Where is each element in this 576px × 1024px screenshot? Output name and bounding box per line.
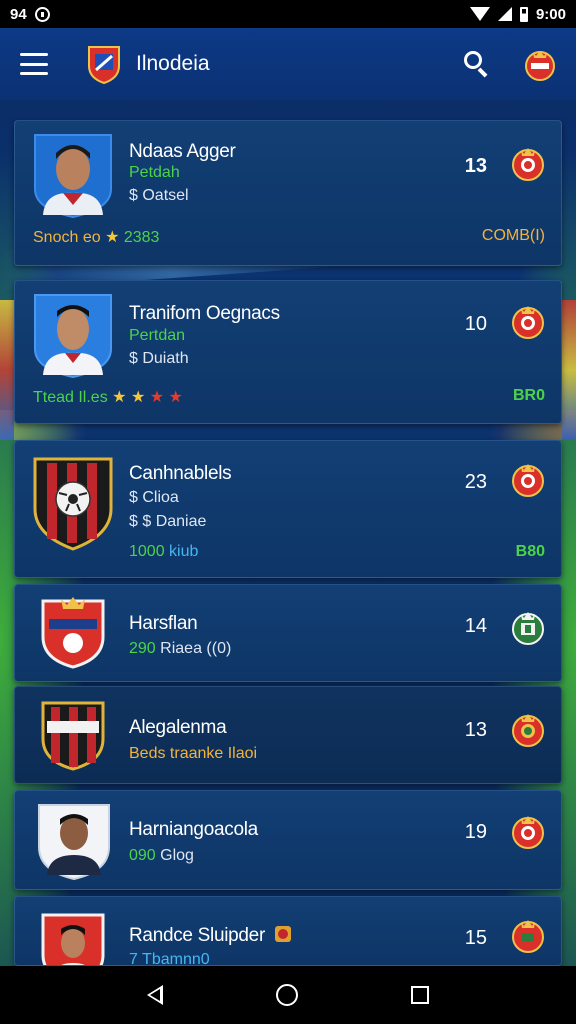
- status-notification-text: 94: [10, 5, 27, 23]
- club-badge-icon[interactable]: [524, 46, 556, 82]
- list-item[interactable]: Canhnablels $ Clioa $ $ Daniae 1000 kiub…: [14, 440, 562, 578]
- star-icon: ★: [149, 389, 165, 406]
- home-icon[interactable]: [275, 984, 298, 1006]
- back-icon[interactable]: [146, 985, 163, 1005]
- club-crest-icon: [274, 926, 291, 942]
- item-number: 15: [464, 927, 487, 949]
- item-subtitle: 7 Tbamnn0: [129, 951, 210, 966]
- item-rating: 2383: [123, 229, 160, 246]
- item-value: $ Duiath: [129, 350, 189, 367]
- item-status: COMB(I): [481, 227, 545, 244]
- club-crest-icon: [33, 457, 113, 551]
- background-flag-left: [0, 300, 14, 440]
- item-status: B80: [515, 543, 545, 560]
- list-item[interactable]: Harniangoacola 090 Glog 19: [14, 790, 562, 890]
- item-number: 23: [464, 471, 487, 493]
- item-meta: 090 Glog: [129, 847, 194, 865]
- list-item[interactable]: Harsflan 290 Riaea ((0) 14: [14, 584, 562, 682]
- item-value: $ Oatsel: [129, 187, 189, 204]
- status-left: 94: [10, 6, 50, 23]
- club-crest-icon: [512, 306, 544, 339]
- item-number: 19: [464, 821, 487, 843]
- club-crest-icon: [512, 920, 544, 953]
- item-title: Canhnablels: [129, 463, 232, 484]
- status-time: 9:00: [535, 5, 566, 23]
- system-nav-bar: [0, 966, 576, 1024]
- signal-icon: [497, 7, 512, 21]
- item-number: 13: [464, 155, 487, 177]
- item-count: 290: [129, 640, 156, 657]
- club-crest-icon: [512, 148, 544, 181]
- club-crest-icon: [512, 612, 544, 645]
- item-subtitle: Glog: [160, 847, 194, 864]
- club-crest-icon: [41, 597, 105, 669]
- item-footer-label: Snoch eo: [33, 229, 101, 246]
- club-crest-icon: [41, 701, 105, 771]
- item-title-text: Randce Sluipder: [129, 925, 265, 946]
- item-position: Petdah: [129, 164, 180, 181]
- item-footer: Snoch eo ★ 2383: [33, 227, 159, 247]
- item-meta: 290 Riaea ((0): [129, 640, 231, 658]
- star-icon: ★: [112, 389, 127, 406]
- item-title: Harsflan: [129, 613, 198, 634]
- star-icon: ★: [105, 229, 120, 246]
- app-bar: Ilnodeia: [0, 28, 576, 100]
- list-item[interactable]: Randce Sluipder 7 Tbamnn0 15: [14, 896, 562, 966]
- item-number: 14: [464, 615, 487, 637]
- star-icon: ★: [130, 389, 146, 406]
- item-title: Alegalenma: [129, 717, 227, 738]
- item-title: Tranifom Oegnacs: [129, 303, 280, 324]
- item-title: Ndaas Agger: [129, 141, 236, 162]
- notification-icon: [34, 6, 50, 22]
- item-title: Harniangoacola: [129, 819, 258, 840]
- item-footer-label: Ttead Il.es: [33, 389, 108, 406]
- player-avatar: [38, 804, 110, 881]
- item-subtitle: Beds traanke Ilaoi: [129, 745, 258, 762]
- club-crest-icon: [512, 714, 544, 747]
- item-number: 10: [464, 313, 487, 335]
- item-position: Pertdan: [129, 327, 186, 344]
- list-item[interactable]: Alegalenma Beds traanke Ilaoi 13: [14, 686, 562, 784]
- recents-icon[interactable]: [411, 986, 430, 1004]
- wifi-icon: [469, 7, 490, 21]
- star-icon: ★: [168, 389, 183, 406]
- item-tag: kiub: [169, 543, 199, 560]
- status-right: 9:00: [469, 5, 566, 23]
- item-count: 090: [129, 847, 156, 864]
- item-subtitle: Riaea ((0): [160, 640, 232, 657]
- item-footer: Ttead Il.es ★ ★ ★ ★: [33, 387, 183, 407]
- item-title: Randce Sluipder: [129, 925, 292, 947]
- club-crest-icon: [512, 464, 544, 497]
- club-crest-icon: [512, 816, 544, 849]
- battery-icon: [519, 6, 528, 22]
- list-item[interactable]: Ndaas Agger Petdah $ Oatsel 13 Snoch eo …: [14, 120, 562, 266]
- player-avatar: [34, 294, 112, 379]
- item-number: 13: [464, 719, 487, 741]
- item-value: $ $ Daniae: [129, 513, 207, 530]
- list-item[interactable]: Tranifom Oegnacs Pertdan $ Duiath 10 Tte…: [14, 280, 562, 424]
- app-logo-icon: [88, 46, 120, 84]
- item-status: BR0: [512, 387, 545, 404]
- item-count: 1000: [129, 543, 165, 560]
- player-avatar: [41, 913, 105, 965]
- status-bar: 94 9:00: [0, 0, 576, 28]
- search-icon[interactable]: [462, 49, 492, 79]
- item-meta: 1000 kiub: [129, 543, 198, 561]
- app-title: Ilnodeia: [136, 52, 210, 75]
- background-flag-right: [562, 300, 576, 440]
- player-avatar: [34, 134, 112, 219]
- item-subtitle: $ Clioa: [129, 489, 179, 506]
- menu-icon[interactable]: [20, 53, 48, 75]
